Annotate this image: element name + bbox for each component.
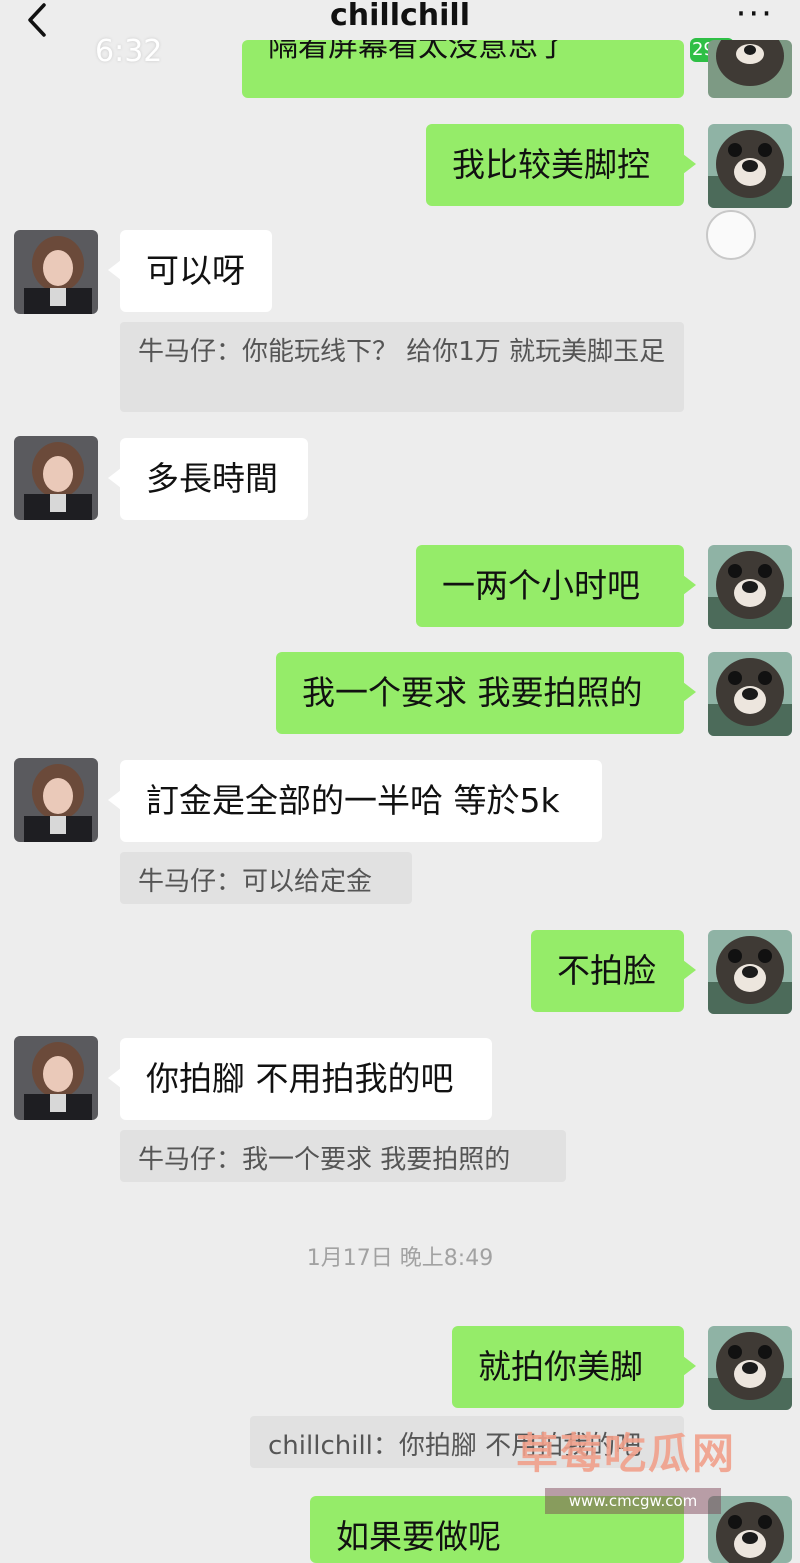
message-text: 一两个小时吧 [442, 566, 640, 605]
avatar-me[interactable] [708, 1326, 792, 1410]
quoted-reply[interactable]: 牛马仔：可以给定金 [120, 852, 412, 904]
watermark-url: www.cmcgw.com [545, 1488, 721, 1514]
message-text: 如果要做呢 [336, 1517, 501, 1556]
avatar-contact[interactable] [14, 436, 98, 520]
quoted-reply[interactable]: 牛马仔：我一个要求 我要拍照的 [120, 1130, 566, 1182]
message-text: 隔着屏幕看太没意思了 [268, 40, 568, 64]
status-time: 6:32 [95, 34, 163, 69]
quote-text: 牛马仔：我一个要求 我要拍照的 [138, 1145, 511, 1175]
message-text: 就拍你美脚 [478, 1347, 643, 1386]
message-bubble[interactable]: 不拍脸 [531, 930, 696, 1012]
message-bubble[interactable]: 訂金是全部的一半哈 等於5k [108, 760, 602, 842]
message-text: 你拍腳 不用拍我的吧 [146, 1059, 454, 1098]
avatar-me[interactable] [708, 124, 792, 208]
quote-text: 牛马仔：可以给定金 [138, 867, 373, 897]
message-bubble[interactable]: 你拍腳 不用拍我的吧 [108, 1038, 492, 1120]
avatar-contact[interactable] [14, 1036, 98, 1120]
message-bubble-partial[interactable]: 隔着屏幕看太没意思了 [242, 40, 684, 98]
unread-circle-icon [706, 210, 756, 260]
avatar-contact[interactable] [14, 758, 98, 842]
avatar-me[interactable] [708, 652, 792, 736]
avatar-me[interactable] [708, 40, 792, 98]
watermark-logo: 草莓吃瓜网 [516, 1429, 737, 1478]
message-text: 不拍脸 [557, 951, 656, 990]
message-bubble[interactable]: 我比较美脚控 [426, 124, 696, 206]
quoted-reply[interactable]: 牛马仔：你能玩线下？ 给你1万 就玩美脚玉足 [120, 322, 684, 412]
more-dots-icon[interactable]: ··· [736, 0, 774, 34]
avatar-me[interactable] [708, 930, 792, 1014]
chat-title: chillchill [330, 0, 470, 33]
avatar-contact[interactable] [14, 230, 98, 314]
message-text: 多長時間 [146, 459, 278, 498]
quote-text: 牛马仔：你能玩线下？ 给你1万 就玩美脚玉足 [138, 337, 666, 367]
message-text: 我一个要求 我要拍照的 [302, 673, 643, 712]
message-bubble[interactable]: 一两个小时吧 [416, 545, 696, 627]
avatar-me[interactable] [708, 545, 792, 629]
message-text: 我比较美脚控 [452, 145, 650, 184]
message-bubble[interactable]: 可以呀 [108, 230, 272, 312]
message-text: 可以呀 [146, 251, 245, 290]
chat-timestamp: 1月17日 晚上8:49 [306, 1246, 494, 1271]
message-bubble[interactable]: 就拍你美脚 [452, 1326, 696, 1408]
message-text: 訂金是全部的一半哈 等於5k [146, 781, 560, 820]
message-bubble[interactable]: 我一个要求 我要拍照的 [276, 652, 696, 734]
message-bubble[interactable]: 多長時間 [108, 438, 308, 520]
